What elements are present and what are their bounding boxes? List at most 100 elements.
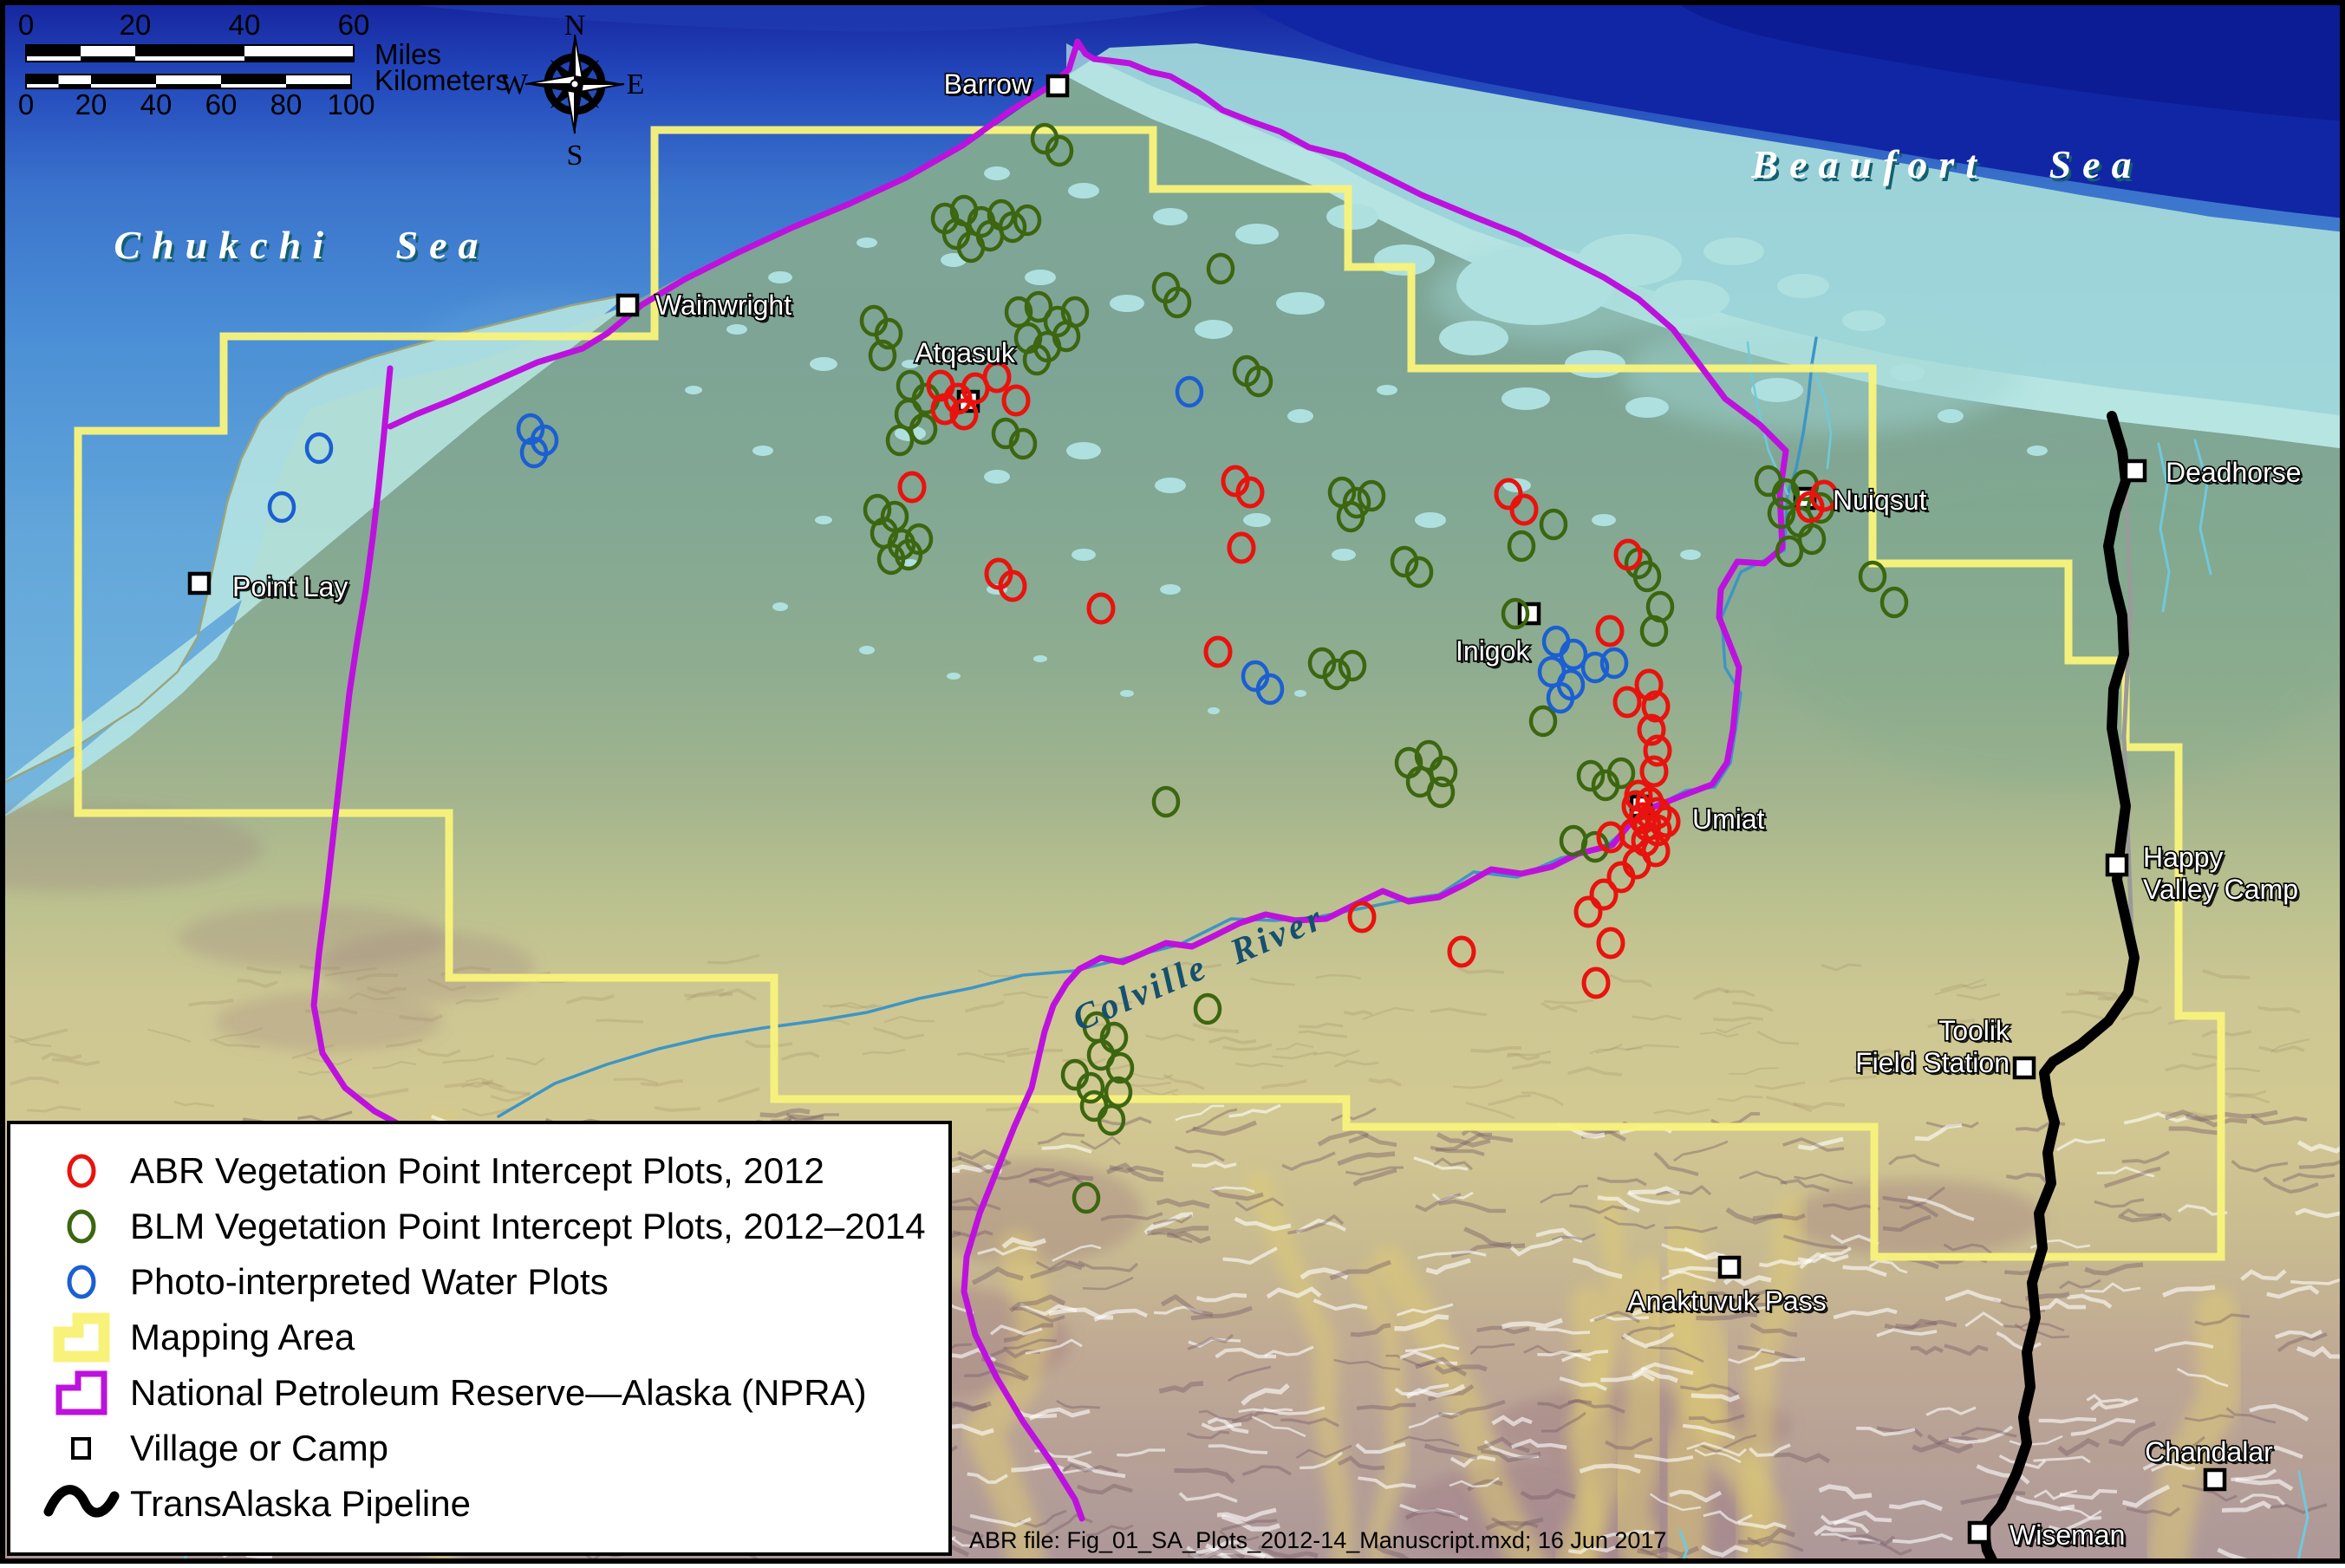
lake [857,237,877,248]
scale-segment [286,75,351,84]
lake [685,386,702,394]
village-square-deadhorse [2126,461,2145,480]
lake [984,166,1010,180]
source-file-note: ABR file: Fig_01_SA_Plots_2012-14_Manusc… [969,1527,1666,1554]
village-square-toolik-field-station [2015,1058,2034,1077]
lake [1592,514,1616,526]
scale-segment [221,75,286,84]
lake [1110,295,1144,312]
lake [859,646,875,654]
scale-tick-label: 20 [120,9,152,41]
lake [1294,690,1306,697]
lake [1287,409,1313,423]
legend-label: National Petroleum Reserve—Alaska (NPRA) [130,1372,867,1414]
legend-item-village: Village or Camp [42,1421,948,1476]
place-label-toolik-field-station: Toolik [1938,1015,2010,1046]
place-label-wiseman: Wiseman [2010,1519,2125,1551]
scale-segment [59,75,92,84]
lake [2027,446,2048,456]
place-label-wainwright: Wainwright [655,290,791,321]
village-icon [42,1422,121,1475]
scale-tick-label: 40 [229,9,261,41]
scale-segment [26,75,59,84]
village-square-wiseman [1970,1523,1989,1542]
scale-tick-label: 60 [338,9,370,41]
scale-tick-label: Kilometers [375,64,510,96]
place-label-inigok: Inigok [1456,635,1530,667]
place-label-toolik-field-station: Field Station [1855,1047,2010,1078]
lake [1415,512,1446,528]
scale-segment [91,75,156,84]
lake [1651,280,1729,318]
lake [1120,690,1134,697]
scale-segment [81,45,135,56]
foothill-ridge [320,931,534,1002]
legend-label: TransAlaska Pipeline [130,1483,471,1525]
lake [1033,655,1047,662]
legend-item-water-plots: Photo-interpreted Water Plots [42,1254,948,1310]
lake [772,602,788,611]
lake [1332,549,1356,561]
lake [1243,513,1271,527]
beaufort-sea-label: Beaufort Sea [1750,142,2142,186]
lake [1565,350,1625,378]
legend: ABR Vegetation Point Intercept Plots, 20… [7,1121,952,1556]
abr-plot-icon [55,1145,107,1197]
village-square-chandalar [2205,1470,2224,1489]
lake [1501,387,1550,410]
lake [1066,442,1101,459]
lake [1072,549,1096,561]
lake [1751,378,1803,402]
village-square-wainwright [618,296,637,315]
lake [984,470,1010,484]
scale-segment [156,75,221,84]
village-square-anaktuvuk-pass [1720,1258,1739,1277]
lake [1208,707,1220,714]
chukchi-sea-label: Chukchi Sea [114,223,489,267]
lake [1578,234,1682,286]
place-label-atqasuk: Atqasuk [915,337,1016,368]
compass-center [571,81,579,88]
lake [1195,320,1233,339]
place-label-chandalar: Chandalar [2145,1436,2273,1467]
scale-tick-label: 0 [18,9,34,41]
lake [1276,292,1325,315]
blm-plot-icon [55,1200,107,1252]
legend-item-pipeline: TransAlaska Pipeline [42,1476,948,1532]
lake [1890,364,1925,381]
lake [1025,270,1056,285]
legend-item-abr-plots: ABR Vegetation Point Intercept Plots, 20… [42,1143,948,1199]
scale-segment [26,45,81,56]
scale-tick-label: 20 [75,88,107,120]
relief-stroke [2039,1419,2096,1422]
place-label-deadhorse: Deadhorse [2166,457,2302,488]
lake [1439,321,1508,355]
mapping-area-icon [42,1311,121,1364]
place-label-barrow: Barrow [944,68,1032,100]
place-label-anaktuvuk-pass: Anaktuvuk Pass [1627,1285,1826,1317]
lake [1160,584,1181,595]
lake [726,324,747,335]
scale-tick-label: 60 [205,88,238,120]
lake [1625,397,1669,418]
lake [1374,244,1435,276]
legend-label: Photo-interpreted Water Plots [130,1261,609,1303]
compass-letter-s: S [567,140,583,172]
water-plot-icon [55,1256,107,1308]
legend-label: Village or Camp [130,1428,388,1469]
scale-segment [244,45,354,56]
lake [752,446,773,456]
lake [1153,208,1188,225]
legend-label: BLM Vegetation Point Intercept Plots, 20… [130,1206,926,1247]
relief-stroke [596,1020,643,1022]
lake [1235,224,1279,244]
legend-item-blm-plots: BLM Vegetation Point Intercept Plots, 20… [42,1199,948,1254]
legend-item-npra: National Petroleum Reserve—Alaska (NPRA) [42,1365,948,1421]
scale-tick-label: 40 [140,88,173,120]
scale-segment [135,45,244,56]
compass-letter-e: E [627,68,645,101]
lake [1155,478,1186,493]
lake [947,673,961,680]
compass-letter-n: N [564,10,586,42]
scale-tick-label: 0 [18,88,34,120]
